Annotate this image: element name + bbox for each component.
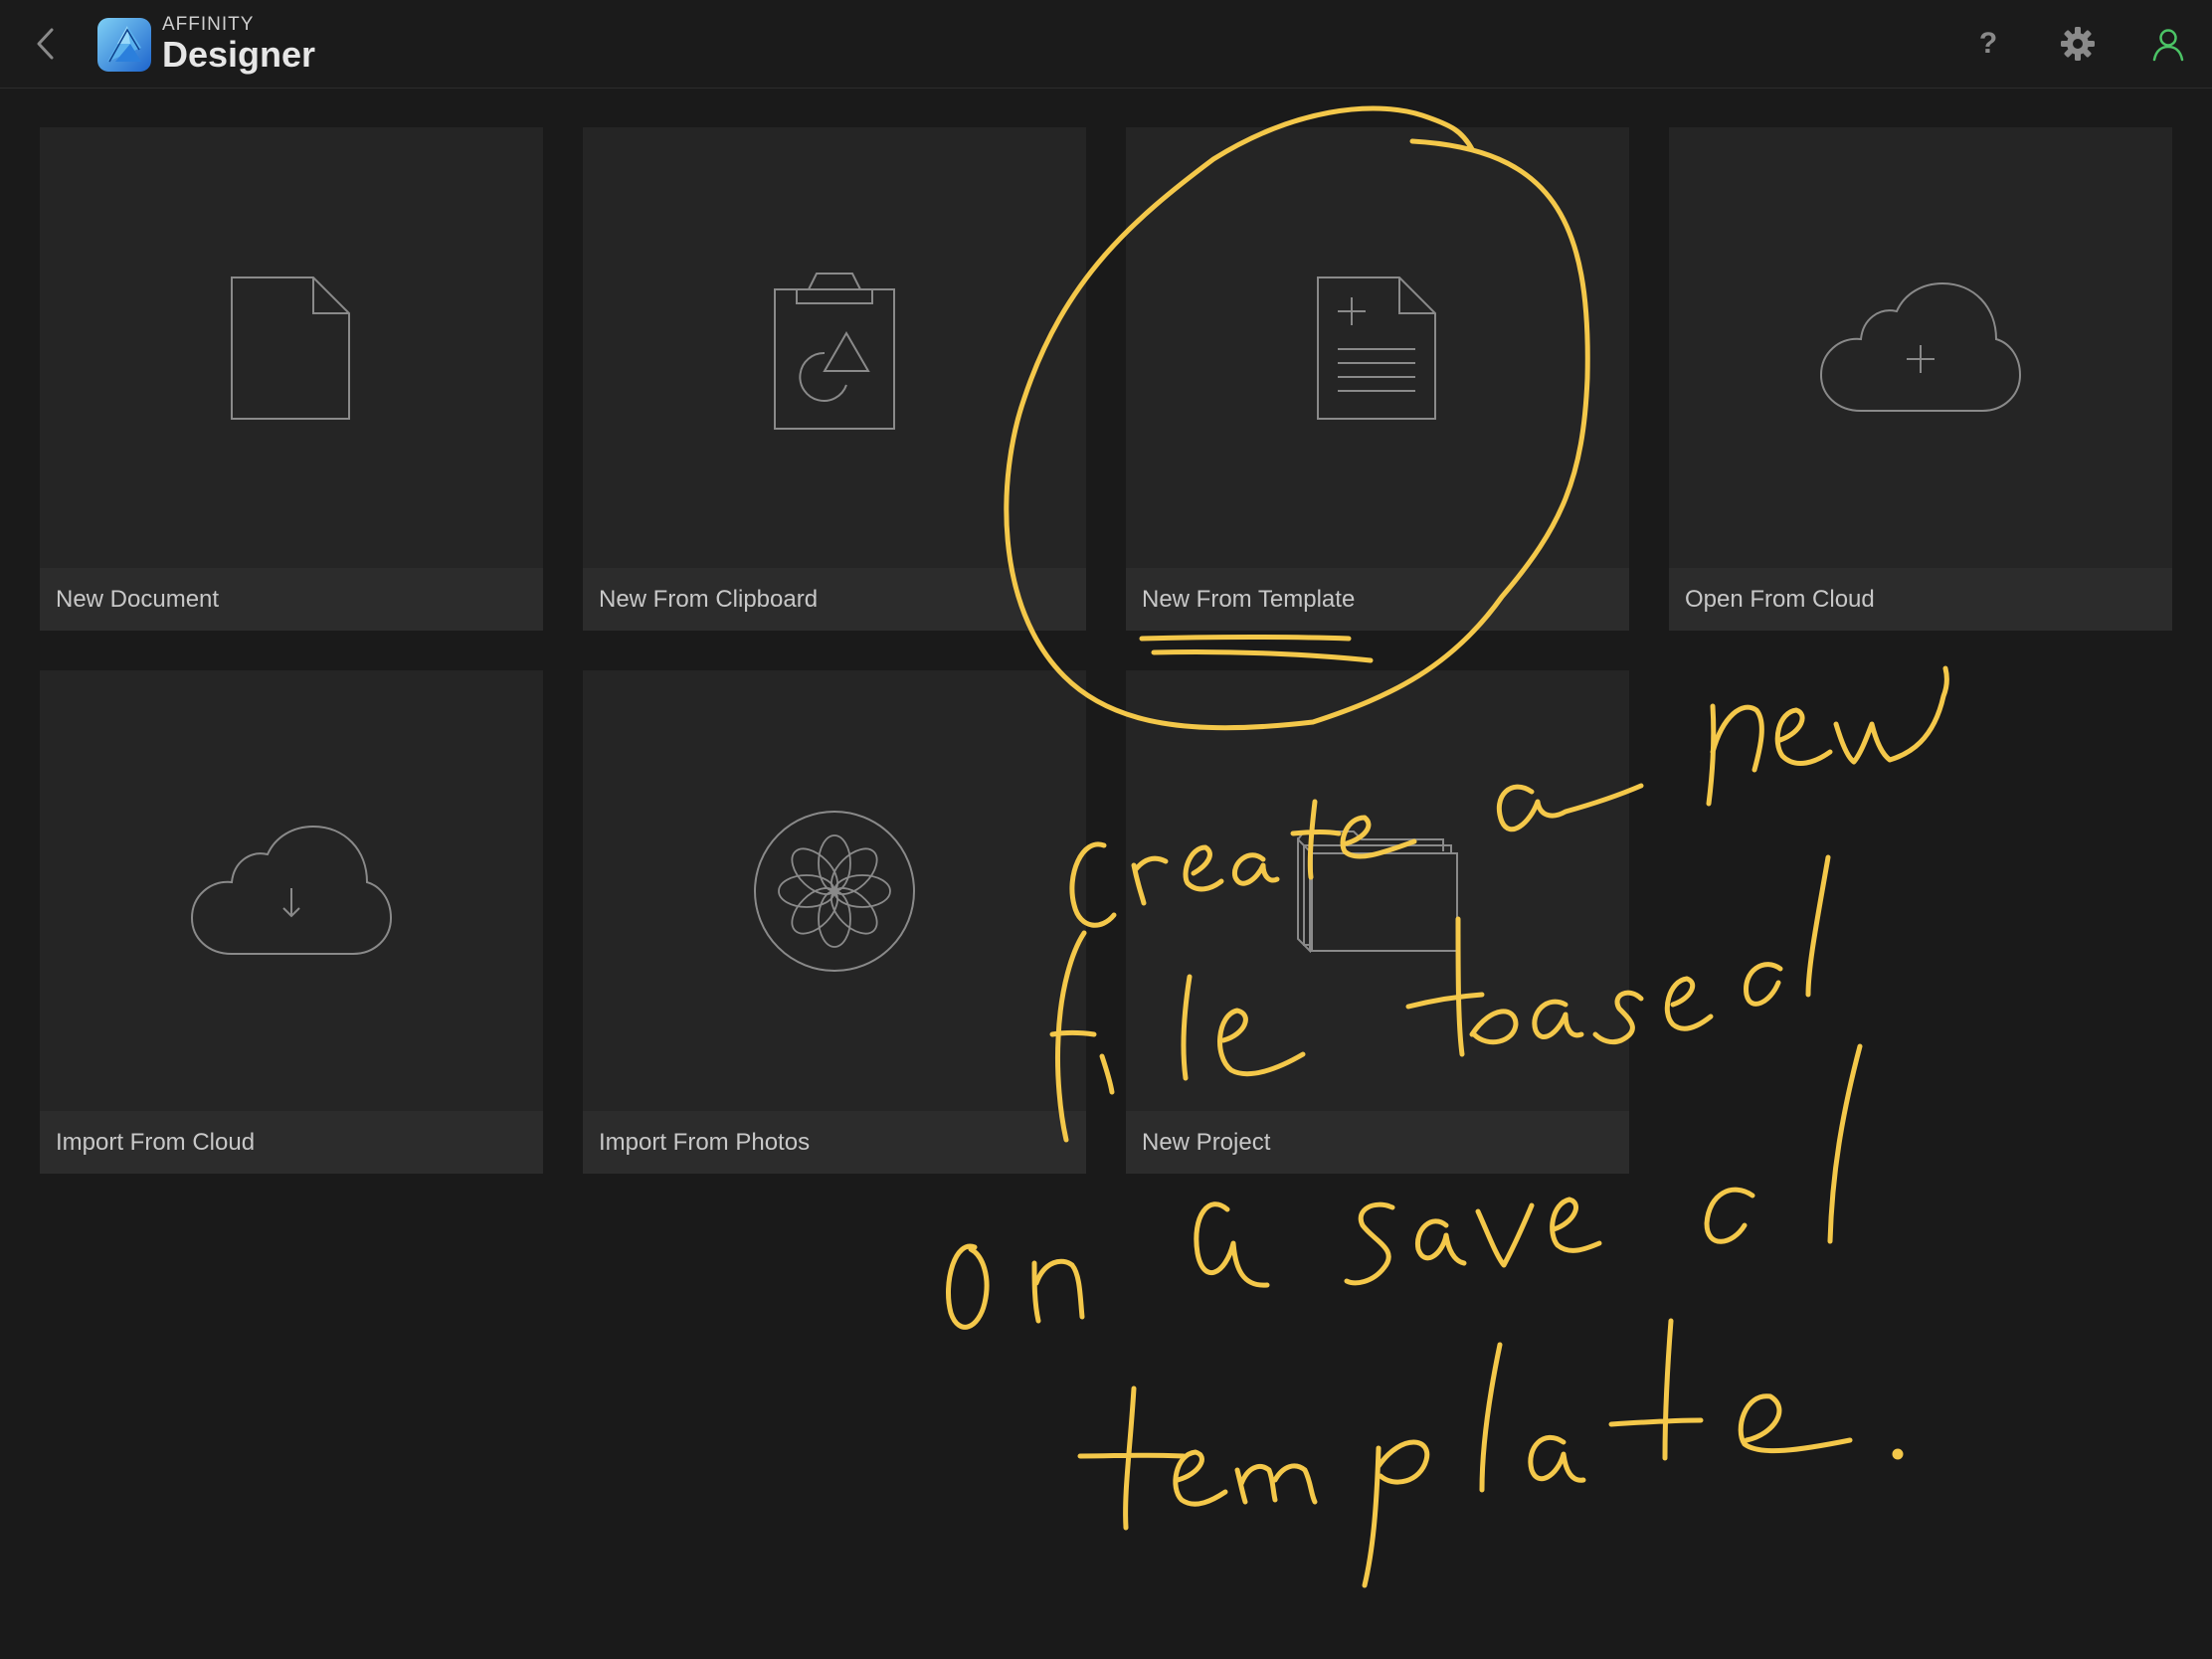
tile-label: Import From Cloud	[56, 1129, 256, 1156]
tile-import-from-photos[interactable]: Import From Photos	[583, 670, 1086, 1174]
annotation-underline	[1139, 635, 1352, 642]
tile-label: New From Clipboard	[599, 586, 819, 613]
brand-company: AFFINITY	[162, 14, 255, 35]
photos-icon	[754, 810, 915, 972]
tile-label: New From Template	[1142, 586, 1356, 613]
tile-open-from-cloud[interactable]: Open From Cloud	[1669, 127, 2172, 631]
tile-label: Import From Photos	[599, 1129, 811, 1156]
gear-icon	[2061, 27, 2095, 61]
help-icon: ?	[1978, 27, 1998, 60]
settings-button[interactable]	[2056, 22, 2100, 66]
tile-new-from-template[interactable]: New From Template	[1126, 127, 1629, 631]
user-icon	[2152, 29, 2184, 62]
tile-new-project[interactable]: New Project	[1126, 670, 1629, 1174]
cloud-download-icon	[190, 825, 393, 955]
document-icon	[231, 276, 350, 420]
clipboard-icon	[774, 272, 895, 430]
tile-new-document[interactable]: New Document	[40, 127, 543, 631]
cloud-plus-icon	[1819, 281, 2022, 412]
tile-import-from-cloud[interactable]: Import From Cloud	[40, 670, 543, 1174]
account-button[interactable]	[2146, 22, 2190, 66]
home-screen: AFFINITY Designer ? New Document New Fro…	[0, 0, 2212, 1659]
help-button[interactable]: ?	[1966, 22, 2010, 66]
template-icon	[1317, 276, 1436, 420]
tile-new-from-clipboard[interactable]: New From Clipboard	[583, 127, 1086, 631]
tile-label: New Document	[56, 586, 220, 613]
project-folder-icon	[1297, 830, 1458, 953]
brand-product: Designer	[162, 34, 316, 75]
back-button[interactable]	[26, 22, 66, 66]
app-brand: AFFINITY Designer	[162, 15, 315, 75]
top-bar: AFFINITY Designer ?	[0, 0, 2212, 89]
affinity-designer-logo	[97, 18, 151, 72]
chevron-left-icon	[37, 28, 54, 60]
tile-label: New Project	[1142, 1129, 1271, 1156]
tile-label: Open From Cloud	[1685, 586, 1875, 613]
